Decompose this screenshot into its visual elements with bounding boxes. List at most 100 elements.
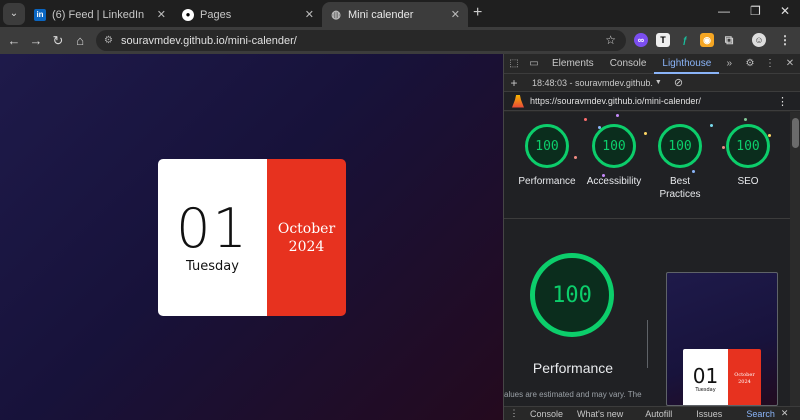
- more-tabs-icon[interactable]: »: [719, 58, 739, 69]
- devtools-tabbar: ⬚ ▭ Elements Console Lighthouse » ⚙ ⋮ ✕: [504, 54, 800, 74]
- dropdown-icon[interactable]: ▼: [655, 79, 662, 86]
- calendar-month: October: [277, 220, 336, 237]
- score-label-seo: SEO: [737, 176, 759, 187]
- tab-lighthouse[interactable]: Lighthouse: [654, 54, 720, 74]
- close-icon[interactable]: ✕: [451, 8, 460, 21]
- score-gauge-performance[interactable]: 100: [525, 124, 569, 168]
- home-icon[interactable]: ⌂: [69, 33, 91, 48]
- clear-icon[interactable]: ⊘: [674, 76, 683, 89]
- thumbnail-weekday: Tuesday: [695, 387, 716, 393]
- divider: [504, 218, 790, 219]
- thumbnail-day: 01: [692, 364, 719, 388]
- more-menu-icon[interactable]: ⋮: [778, 33, 792, 47]
- globe-icon: ◍: [331, 9, 341, 21]
- tab-mini-calender[interactable]: ◍ Mini calender ✕: [322, 2, 468, 27]
- extension-icon[interactable]: ◉: [700, 33, 714, 47]
- devtools-drawer: ⋮ Console What's new Autofill Issues Sea…: [504, 406, 800, 420]
- drawer-tab-console[interactable]: Console: [530, 409, 563, 419]
- device-toolbar-icon[interactable]: ▭: [524, 58, 544, 69]
- restore-icon[interactable]: ❐: [750, 4, 761, 18]
- drawer-tab-whats-new[interactable]: What's new: [577, 409, 623, 419]
- thumbnail-month: October: [734, 372, 755, 378]
- drawer-tab-issues[interactable]: Issues: [696, 409, 722, 419]
- site-info-icon[interactable]: ⚙: [104, 35, 113, 46]
- close-icon[interactable]: ✕: [781, 408, 789, 419]
- linkedin-icon: in: [34, 8, 46, 21]
- performance-main-label: Performance: [532, 360, 614, 376]
- close-icon[interactable]: ✕: [157, 8, 166, 21]
- close-icon[interactable]: ✕: [305, 8, 314, 21]
- tab-strip: ⌄ in (6) Feed | LinkedIn ✕ ● Pages ✕ ◍ M…: [0, 0, 800, 27]
- extension-icon[interactable]: ƒ: [678, 33, 692, 47]
- inspect-icon[interactable]: ⬚: [504, 58, 524, 69]
- report-url: https://souravmdev.github.io/mini-calend…: [530, 96, 701, 106]
- score-label-best-practices: Best Practices: [659, 176, 701, 200]
- avatar[interactable]: ☺: [752, 33, 766, 47]
- thumbnail-calendar-card: 01 Tuesday October 2024: [683, 349, 761, 405]
- calendar-month-panel: October 2024: [267, 159, 346, 316]
- thumbnail-month-panel: October 2024: [728, 349, 761, 405]
- calendar-date-panel: 01 Tuesday: [158, 159, 267, 316]
- calendar-weekday: Tuesday: [186, 259, 239, 274]
- score-gauge-seo[interactable]: 100: [726, 124, 770, 168]
- reload-icon[interactable]: ↻: [47, 33, 69, 49]
- more-menu-icon[interactable]: ⋮: [777, 95, 788, 108]
- calendar-year: 2024: [288, 238, 325, 255]
- gear-icon[interactable]: ⚙: [740, 58, 760, 69]
- confetti-dot: [710, 124, 713, 127]
- tab-console[interactable]: Console: [602, 54, 655, 74]
- close-window-icon[interactable]: ✕: [780, 4, 790, 18]
- mini-calendar-card: 01 Tuesday October 2024: [158, 159, 346, 316]
- tab-pages[interactable]: ● Pages ✕: [174, 2, 322, 27]
- drawer-tab-search[interactable]: Search: [746, 409, 775, 419]
- divider: [647, 320, 648, 368]
- lighthouse-toolbar: + 18:48:03 - souravmdev.github. ▼ ⊘: [504, 74, 800, 92]
- extension-icon[interactable]: T: [656, 33, 670, 47]
- confetti-dot: [574, 156, 577, 159]
- confetti-dot: [744, 118, 747, 121]
- drawer-tab-autofill[interactable]: Autofill: [645, 409, 672, 419]
- more-menu-icon[interactable]: ⋮: [760, 58, 780, 69]
- score-gauge-accessibility[interactable]: 100: [592, 124, 636, 168]
- report-scrollbar[interactable]: [790, 112, 800, 406]
- report-selector[interactable]: 18:48:03 - souravmdev.github.: [532, 78, 653, 88]
- estimate-note: alues are estimated and may vary. The: [504, 390, 642, 399]
- performance-main-gauge: 100: [530, 253, 614, 337]
- address-bar[interactable]: ⚙ souravmdev.github.io/mini-calender/ ☆: [96, 30, 626, 51]
- score-gauge-best-practices[interactable]: 100: [658, 124, 702, 168]
- extensions-puzzle-icon[interactable]: ⧉: [722, 33, 736, 47]
- page-viewport: 01 Tuesday October 2024: [0, 54, 503, 420]
- back-icon[interactable]: ←: [3, 33, 25, 48]
- devtools-panel: ⬚ ▭ Elements Console Lighthouse » ⚙ ⋮ ✕ …: [503, 54, 800, 420]
- confetti-dot: [584, 118, 587, 121]
- score-label-accessibility: Accessibility: [586, 176, 642, 187]
- github-icon: ●: [182, 8, 194, 21]
- scrollbar-thumb[interactable]: [792, 118, 799, 148]
- browser-window: ⌄ in (6) Feed | LinkedIn ✕ ● Pages ✕ ◍ M…: [0, 0, 800, 420]
- new-report-icon[interactable]: +: [504, 76, 524, 90]
- confetti-dot: [644, 132, 647, 135]
- close-icon[interactable]: ✕: [780, 58, 800, 69]
- lighthouse-icon: [512, 94, 524, 108]
- new-tab-button[interactable]: +: [473, 4, 482, 22]
- final-screenshot-thumbnail[interactable]: 01 Tuesday October 2024: [666, 272, 778, 406]
- forward-icon[interactable]: →: [25, 33, 47, 48]
- thumbnail-year: 2024: [738, 379, 751, 385]
- more-menu-icon[interactable]: ⋮: [504, 408, 524, 419]
- confetti-dot: [616, 114, 619, 117]
- tab-linkedin[interactable]: in (6) Feed | LinkedIn ✕: [26, 2, 174, 27]
- calendar-day: 01: [176, 197, 249, 260]
- chevron-down-icon: ⌄: [9, 8, 19, 19]
- thumbnail-date-panel: 01 Tuesday: [683, 349, 728, 405]
- tab-search-button[interactable]: ⌄: [3, 2, 25, 25]
- confetti-dot: [768, 134, 771, 137]
- address-text: souravmdev.github.io/mini-calender/: [120, 34, 297, 47]
- bookmark-star-icon[interactable]: ☆: [605, 33, 616, 47]
- report-url-bar: https://souravmdev.github.io/mini-calend…: [504, 92, 800, 111]
- lighthouse-report: 100 100 100 100 Performance Accessibilit…: [504, 112, 790, 406]
- minimize-icon[interactable]: —: [718, 4, 730, 18]
- tab-elements[interactable]: Elements: [544, 54, 602, 74]
- extension-icon[interactable]: ∞: [634, 33, 648, 47]
- score-label-performance: Performance: [518, 176, 576, 187]
- confetti-dot: [692, 170, 695, 173]
